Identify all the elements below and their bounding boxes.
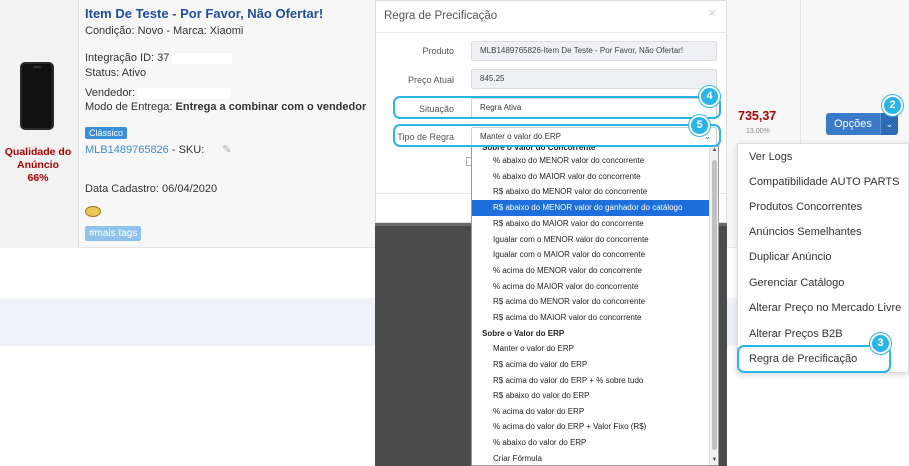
coins-icon: [85, 206, 101, 217]
seller-row: Vendedor:: [85, 87, 231, 99]
dropdown-scrollbar[interactable]: ▲ ▼: [709, 146, 718, 465]
edit-pencil-icon[interactable]: ✎: [222, 144, 231, 156]
created-date: Data Cadastro: 06/04/2020: [85, 183, 218, 195]
tipo-regra-dropdown-list[interactable]: Sobre o Valor do Concorrente % abaixo do…: [471, 145, 719, 466]
menu-item-duplicar-anuncio[interactable]: Duplicar Anúncio: [749, 251, 832, 263]
listing-status: Status: Ativo: [85, 67, 147, 79]
situacao-value: Regra Ativa: [480, 103, 522, 112]
dropdown-option[interactable]: % acima do MAIOR valor do concorrente: [472, 279, 710, 295]
options-button[interactable]: Opções ⌄: [826, 113, 898, 135]
chevron-down-icon[interactable]: ⌄: [879, 113, 898, 135]
dropdown-option-highlighted[interactable]: R$ abaixo do MENOR valor do ganhador do …: [472, 200, 710, 216]
produto-field: MLB1489765826-Item De Teste - Por Favor,…: [471, 41, 717, 61]
callout-number-5: 5: [689, 115, 710, 136]
callout-number-4: 4: [699, 86, 720, 107]
redacted-block: [172, 52, 233, 64]
dropdown-option[interactable]: % acima do valor do ERP + Valor Fixo (R$…: [472, 419, 710, 435]
preco-atual-field: 845.25: [471, 69, 717, 89]
listing-price: 735,37: [738, 109, 777, 123]
dropdown-option[interactable]: R$ acima do MENOR valor do concorrente: [472, 294, 710, 310]
dropdown-option[interactable]: % abaixo do MAIOR valor do concorrente: [472, 169, 710, 185]
close-icon[interactable]: ×: [708, 5, 716, 20]
ad-quality-label: Qualidade do Anúncio: [4, 146, 72, 171]
menu-item-alterar-precos-b2b[interactable]: Alterar Preços B2B: [749, 328, 843, 340]
menu-item-regra-precificacao[interactable]: Regra de Precificação: [749, 353, 857, 365]
delivery-row: Modo de Entrega: Entrega a combinar com …: [85, 101, 366, 113]
dropdown-option[interactable]: % acima do valor do ERP: [472, 404, 710, 420]
dropdown-option[interactable]: R$ acima do valor do ERP: [472, 357, 710, 373]
scrollbar-thumb[interactable]: [712, 160, 717, 450]
dropdown-option[interactable]: R$ abaixo do MAIOR valor do concorrente: [472, 216, 710, 232]
menu-item-gerenciar-catalogo[interactable]: Gerenciar Catálogo: [749, 277, 844, 289]
ad-quality-value: 66%: [27, 172, 49, 184]
preco-atual-label: Preço Atual: [407, 75, 454, 85]
options-button-label[interactable]: Opções: [826, 113, 880, 135]
menu-item-produtos-concorrentes[interactable]: Produtos Concorrentes: [749, 201, 862, 213]
dropdown-option[interactable]: Manter o valor do ERP: [472, 341, 710, 357]
integration-id: Integração ID: 37: [85, 52, 170, 64]
menu-item-alterar-preco-ml[interactable]: Alterar Preço no Mercado Livre: [749, 302, 901, 314]
callout-number-3: 3: [870, 333, 891, 354]
dropdown-option[interactable]: R$ acima do MAIOR valor do concorrente: [472, 310, 710, 326]
column-divider: [78, 0, 79, 248]
listing-type-badge: Clássico: [85, 127, 128, 139]
mlb-sku-row: MLB1489765826 - SKU: ✎: [85, 143, 231, 156]
modal-divider: [376, 32, 726, 33]
dropdown-option[interactable]: R$ abaixo do valor do ERP: [472, 388, 710, 404]
listing-condition: Condição: Novo - Marca: Xiaomi: [85, 25, 244, 37]
more-tags-button[interactable]: #mais tags: [85, 226, 142, 241]
integration-id-row: Integração ID: 37: [85, 52, 233, 64]
redacted-block: [138, 87, 231, 99]
delivery-value: Entrega a combinar com o vendedor: [175, 101, 367, 113]
menu-item-compatibilidade[interactable]: Compatibilidade AUTO PARTS: [749, 176, 899, 188]
option-group-erp: Sobre o Valor do ERP: [482, 329, 565, 338]
dropdown-option[interactable]: % abaixo do valor do ERP: [472, 435, 710, 451]
seller-label: Vendedor:: [85, 87, 136, 99]
modal-title: Regra de Precificação: [384, 10, 498, 22]
scroll-down-icon[interactable]: ▼: [710, 457, 718, 463]
mlb-code-link[interactable]: MLB1489765826: [85, 144, 169, 156]
sku-label: - SKU:: [168, 144, 205, 156]
menu-item-ver-logs[interactable]: Ver Logs: [749, 151, 792, 163]
tipo-regra-label: Tipo de Regra: [397, 132, 454, 142]
dropdown-option[interactable]: Igualar com o MAIOR valor do concorrente: [472, 247, 710, 263]
callout-number-2: 2: [882, 95, 903, 116]
dropdown-option[interactable]: Igualar com o MENOR valor do concorrente: [472, 232, 710, 248]
scroll-up-icon[interactable]: ▲: [710, 147, 718, 153]
product-thumbnail-cell: Qualidade do Anúncio 66%: [0, 0, 78, 248]
delivery-label: Modo de Entrega:: [85, 101, 176, 113]
situacao-select[interactable]: Regra Ativa: [471, 98, 717, 118]
ad-quality: Qualidade do Anúncio 66%: [0, 146, 76, 185]
dropdown-option[interactable]: % abaixo do MENOR valor do concorrente: [472, 153, 710, 169]
menu-item-anuncios-semelhantes[interactable]: Anúncios Semelhantes: [749, 226, 862, 238]
tipo-regra-select[interactable]: Manter o valor do ERP ⌄: [471, 127, 717, 147]
dropdown-option[interactable]: R$ abaixo do MENOR valor do concorrente: [472, 184, 710, 200]
dropdown-option[interactable]: R$ acima do valor do ERP + % sobre tudo: [472, 373, 710, 389]
situacao-label: Situação: [418, 104, 454, 114]
dropdown-option[interactable]: % acima do MENOR valor do concorrente: [472, 263, 710, 279]
price-percentage: 13.00%: [746, 128, 770, 135]
produto-label: Produto: [422, 46, 454, 56]
tipo-regra-value: Manter o valor do ERP: [480, 132, 561, 141]
product-image[interactable]: [20, 62, 54, 130]
listing-title[interactable]: Item De Teste - Por Favor, Não Ofertar!: [85, 6, 323, 21]
dropdown-option[interactable]: Criar Fórmula: [472, 451, 710, 465]
